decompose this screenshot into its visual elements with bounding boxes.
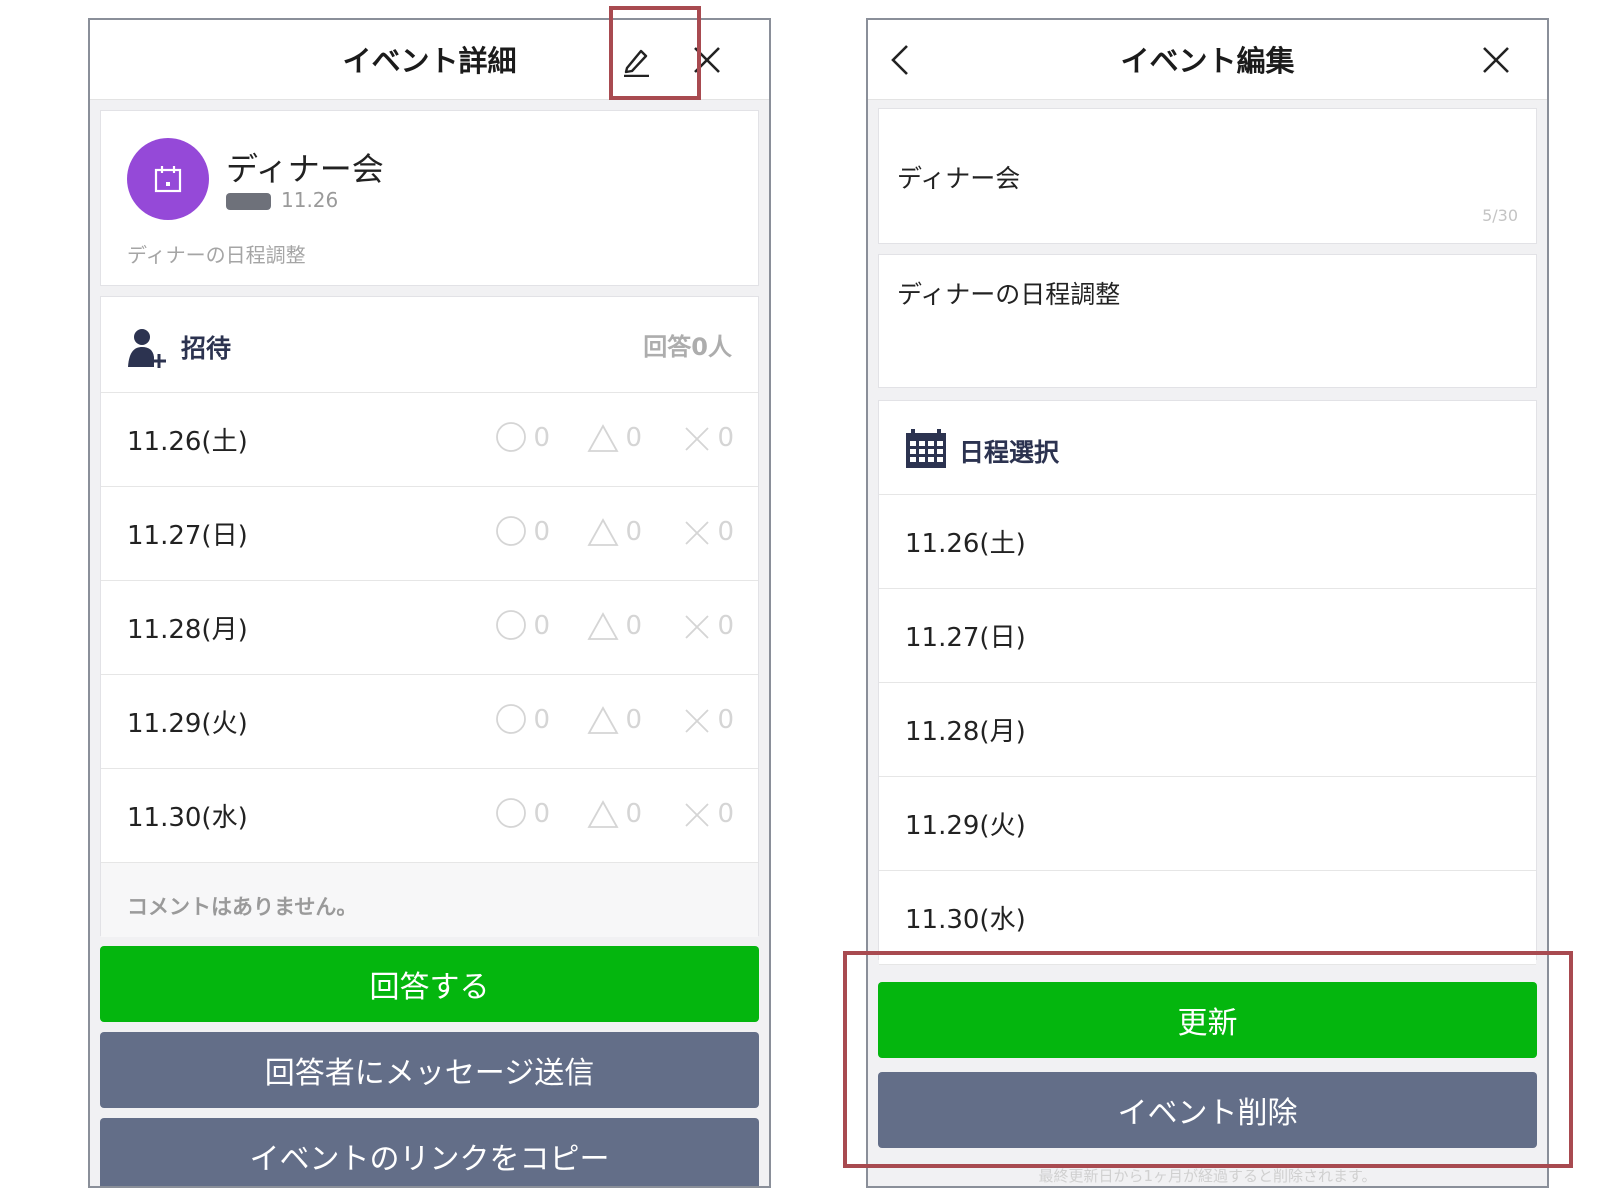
date-row[interactable]: 11.26(土) xyxy=(879,495,1536,589)
deletion-notice: 最終更新日から1ヶ月が経過すると削除されます。 xyxy=(1038,1167,1377,1185)
maybe-count: 0 xyxy=(625,611,642,641)
date-label: 11.27(日) xyxy=(127,521,248,551)
message-button[interactable]: 回答者にメッセージ送信 xyxy=(100,1032,759,1108)
event-title: ディナー会 xyxy=(226,150,384,188)
ng-count: 0 xyxy=(717,423,734,453)
delete-event-button[interactable]: イベント削除 xyxy=(878,1072,1537,1148)
maybe-count: 0 xyxy=(625,799,642,829)
event-detail-screen: イベント詳細 ディナー会 11.26 ディナーの日程調整 招待 回答0人 11.… xyxy=(88,18,771,1188)
schedule-card: 招待 回答0人 11.26(土) 0 0 0 11.27(日) 0 0 0 11… xyxy=(100,296,759,937)
date-label: 11.27(日) xyxy=(905,623,1026,653)
triangle-icon xyxy=(587,518,619,546)
ok-count: 0 xyxy=(533,799,550,829)
triangle-icon xyxy=(587,612,619,640)
ok-count: 0 xyxy=(533,517,550,547)
ng-count: 0 xyxy=(717,799,734,829)
ok-count: 0 xyxy=(533,611,550,641)
ng-count: 0 xyxy=(717,517,734,547)
page-title: イベント編集 xyxy=(1120,44,1295,78)
date-row[interactable]: 11.28(月) xyxy=(879,683,1536,777)
maybe-count: 0 xyxy=(625,705,642,735)
description-input[interactable]: ディナーの日程調整 xyxy=(878,254,1537,388)
copy-link-button[interactable]: イベントのリンクをコピー xyxy=(100,1118,759,1186)
close-icon xyxy=(694,47,720,73)
date-label: 11.28(月) xyxy=(127,615,248,645)
title-input-value: ディナー会 xyxy=(897,164,1021,193)
date-label: 11.28(月) xyxy=(905,717,1026,747)
pencil-icon xyxy=(624,49,649,77)
cross-icon xyxy=(685,427,710,451)
close-icon xyxy=(1483,47,1509,73)
ok-count: 0 xyxy=(533,705,550,735)
page-title: イベント詳細 xyxy=(342,44,517,78)
schedule-label: 日程選択 xyxy=(959,438,1060,467)
date-row: 11.29(火) 0 0 0 xyxy=(101,675,758,769)
calendar-grid-icon xyxy=(906,429,946,468)
invite-header[interactable]: 招待 回答0人 xyxy=(101,297,758,393)
date-row: 11.26(土) 0 0 0 xyxy=(101,393,758,487)
event-edit-screen: イベント編集 ディナー会 5/30 ディナーの日程調整 日程選択 11.26(土… xyxy=(866,18,1549,1188)
event-description: ディナーの日程調整 xyxy=(127,243,306,267)
maybe-count: 0 xyxy=(625,517,642,547)
header: イベント編集 xyxy=(868,20,1547,100)
cross-icon xyxy=(685,521,710,545)
cross-icon xyxy=(685,803,710,827)
circle-icon xyxy=(496,516,527,546)
date-row[interactable]: 11.30(水) xyxy=(879,871,1536,965)
date-label: 11.26(土) xyxy=(905,529,1026,559)
circle-icon xyxy=(496,798,527,828)
date-label: 11.29(火) xyxy=(905,811,1026,841)
title-input[interactable]: ディナー会 5/30 xyxy=(878,108,1537,244)
date-label: 11.30(水) xyxy=(127,803,248,833)
comment-text: コメントはありません。 xyxy=(127,895,358,919)
ng-count: 0 xyxy=(717,705,734,735)
circle-icon xyxy=(496,422,527,452)
calendar-icon xyxy=(154,166,182,193)
date-row: 11.30(水) 0 0 0 xyxy=(101,769,758,863)
char-counter: 5/30 xyxy=(1482,206,1518,225)
schedule-card: 日程選択 11.26(土) 11.27(日) 11.28(月) 11.29(火)… xyxy=(878,400,1537,965)
invite-label: 招待 xyxy=(181,334,232,363)
date-row: 11.28(月) 0 0 0 xyxy=(101,581,758,675)
update-button[interactable]: 更新 xyxy=(878,982,1537,1058)
redacted-label xyxy=(226,193,271,210)
date-label: 11.29(火) xyxy=(127,709,248,739)
triangle-icon xyxy=(587,706,619,734)
date-row: 11.27(日) 0 0 0 xyxy=(101,487,758,581)
schedule-header[interactable]: 日程選択 xyxy=(879,401,1536,495)
ng-count: 0 xyxy=(717,611,734,641)
event-avatar xyxy=(127,138,209,220)
date-label: 11.26(土) xyxy=(127,427,248,457)
circle-icon xyxy=(496,610,527,640)
event-date: 11.26 xyxy=(281,188,339,212)
circle-icon xyxy=(496,704,527,734)
header: イベント詳細 xyxy=(90,20,769,100)
edit-button[interactable] xyxy=(612,36,660,84)
comment-area: コメントはありません。 xyxy=(101,863,758,937)
answer-button[interactable]: 回答する xyxy=(100,946,759,1022)
date-label: 11.30(水) xyxy=(905,905,1026,935)
close-button[interactable] xyxy=(1472,36,1520,84)
add-user-icon xyxy=(128,329,166,368)
date-row[interactable]: 11.29(火) xyxy=(879,777,1536,871)
event-info-card: ディナー会 11.26 ディナーの日程調整 xyxy=(100,110,759,286)
description-input-value: ディナーの日程調整 xyxy=(897,280,1121,309)
cross-icon xyxy=(685,615,710,639)
maybe-count: 0 xyxy=(625,423,642,453)
ok-count: 0 xyxy=(533,423,550,453)
triangle-icon xyxy=(587,800,619,828)
date-row[interactable]: 11.27(日) xyxy=(879,589,1536,683)
close-button[interactable] xyxy=(683,36,731,84)
cross-icon xyxy=(685,709,710,733)
answer-count: 回答0人 xyxy=(643,333,732,361)
triangle-icon xyxy=(587,424,619,452)
